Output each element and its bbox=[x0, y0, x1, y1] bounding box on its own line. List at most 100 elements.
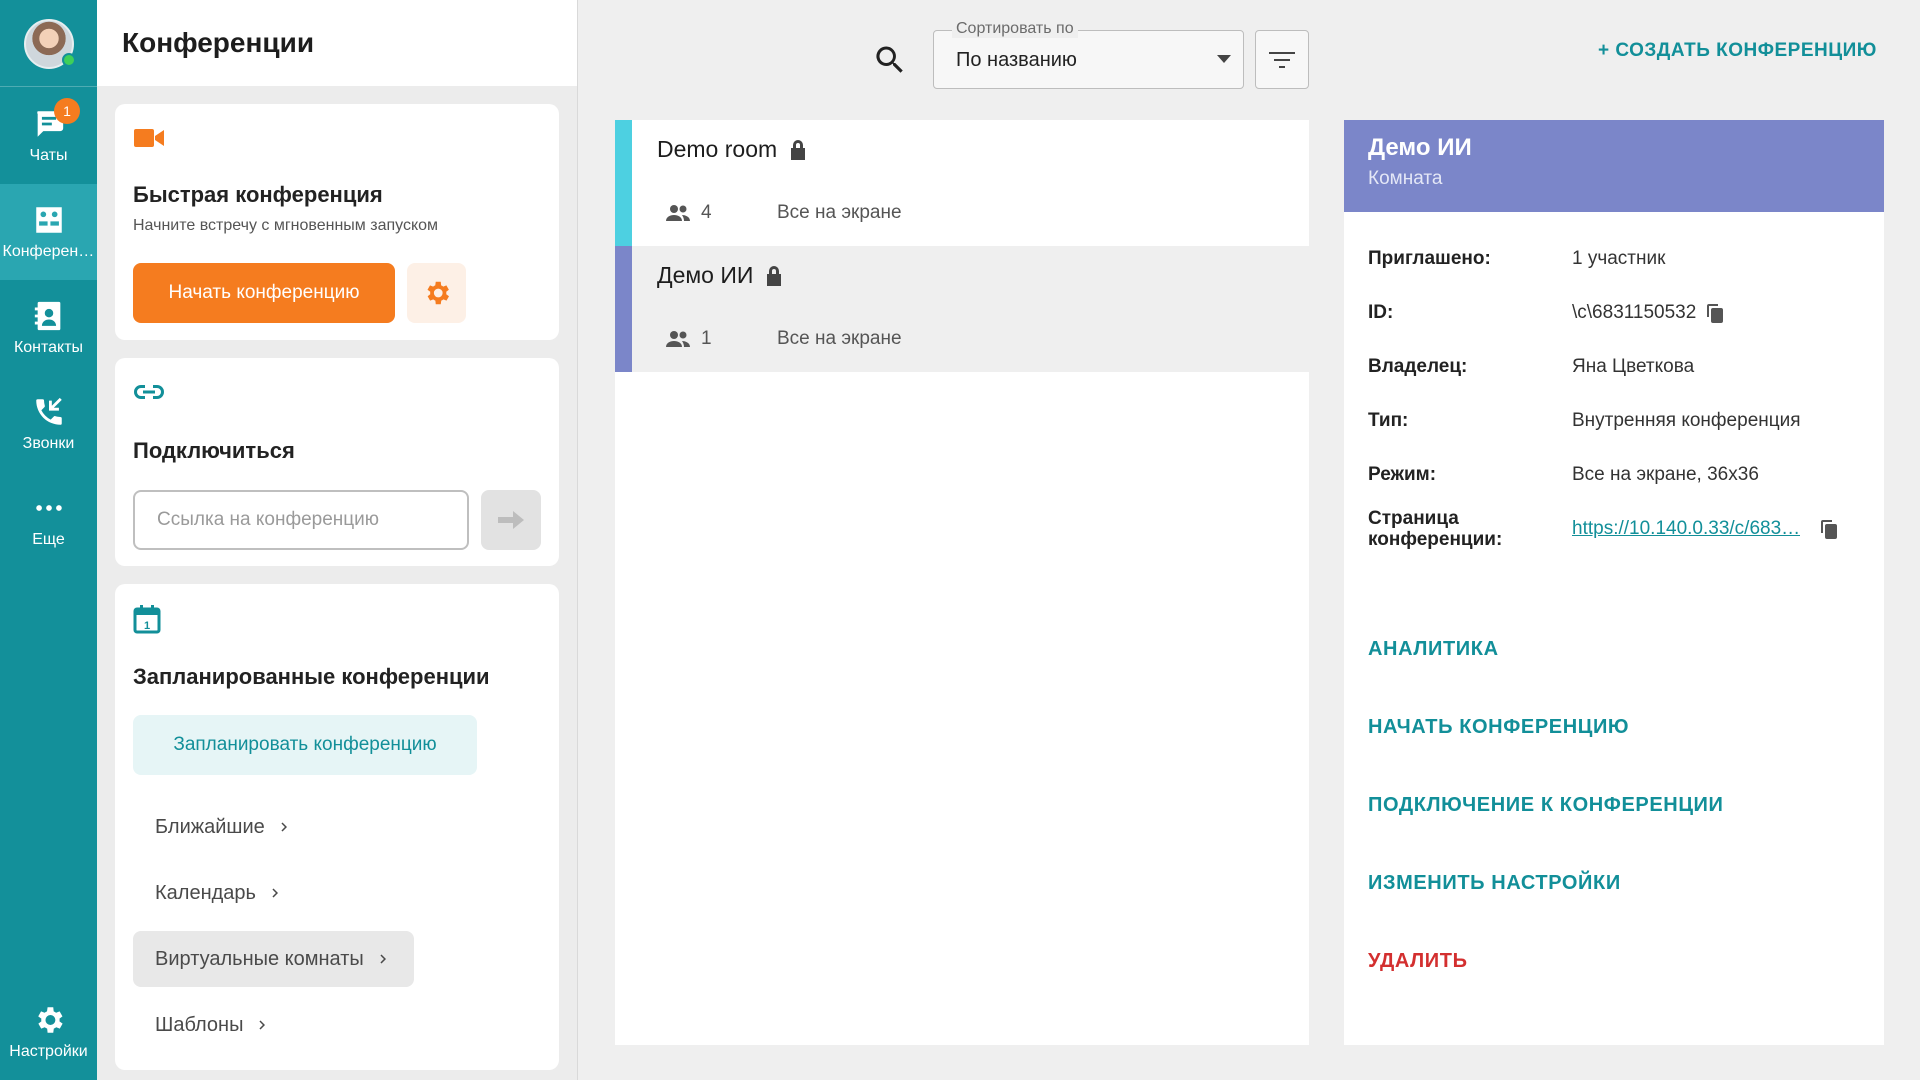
field-label: Страница конференции: bbox=[1368, 508, 1503, 550]
field-value: \c\6831150532 bbox=[1572, 302, 1724, 324]
room-name-text: Демо ИИ bbox=[657, 262, 754, 288]
schedule-conference-button[interactable]: Запланировать конференцию bbox=[133, 715, 477, 775]
nav-calendar[interactable]: Календарь bbox=[133, 865, 306, 921]
chevron-right-icon bbox=[259, 1020, 266, 1030]
conference-link-input[interactable] bbox=[133, 490, 469, 550]
rail-item-calls[interactable]: Звонки bbox=[0, 376, 97, 472]
field-value: Внутренняя конференция bbox=[1572, 410, 1801, 432]
participant-count: 1 bbox=[701, 328, 712, 349]
chevron-right-icon bbox=[281, 822, 287, 832]
search-icon bbox=[876, 46, 903, 73]
conference-list: Demo room 4 Все на экране Демо ИИ 1 Все … bbox=[615, 120, 1309, 1045]
nav-upcoming-label: Ближайшие bbox=[155, 815, 265, 838]
filter-button[interactable] bbox=[1255, 30, 1309, 89]
arrow-right-icon bbox=[498, 511, 524, 529]
owner-value: Яна Цветкова bbox=[1572, 356, 1695, 377]
rail-item-label: Еще bbox=[32, 531, 65, 548]
rail-item-chats[interactable]: 1 Чаты bbox=[0, 88, 97, 184]
rail-item-more[interactable]: Еще bbox=[0, 472, 97, 568]
online-status-dot bbox=[62, 53, 76, 67]
start-conference-button[interactable]: Начать конференцию bbox=[133, 263, 395, 323]
rail-item-label: Чаты bbox=[29, 147, 68, 164]
join-conference-action[interactable]: ПОДКЛЮЧЕНИЕ К КОНФЕРЕНЦИИ bbox=[1368, 794, 1724, 817]
room-name: Демо ИИ bbox=[657, 262, 783, 289]
sort-value: По названию bbox=[956, 49, 1077, 71]
copy-icon[interactable] bbox=[1820, 519, 1838, 539]
more-dots-icon bbox=[35, 505, 62, 511]
edit-settings-action[interactable]: ИЗМЕНИТЬ НАСТРОЙКИ bbox=[1368, 872, 1621, 895]
gear-icon bbox=[37, 1007, 63, 1033]
link-icon bbox=[134, 385, 164, 399]
lock-icon bbox=[791, 139, 806, 160]
field-value: https://10.140.0.33/c/683… bbox=[1572, 518, 1838, 540]
calendar-icon: 1 bbox=[133, 605, 161, 634]
dropdown-caret-icon bbox=[1217, 55, 1231, 63]
people-icon bbox=[666, 331, 690, 347]
video-camera-icon bbox=[134, 129, 164, 147]
nav-templates[interactable]: Шаблоны bbox=[133, 997, 293, 1053]
field-label: Режим: bbox=[1368, 464, 1437, 485]
conference-row[interactable]: Demo room 4 Все на экране bbox=[615, 120, 1309, 246]
type-value: Внутренняя конференция bbox=[1572, 410, 1801, 431]
chevron-right-icon bbox=[272, 888, 278, 898]
conference-row[interactable]: Демо ИИ 1 Все на экране bbox=[615, 246, 1309, 372]
connect-go-button[interactable] bbox=[481, 490, 541, 550]
sort-select[interactable]: Сортировать по По названию bbox=[933, 20, 1244, 89]
svg-text:1: 1 bbox=[144, 620, 150, 632]
scheduled-title: Запланированные конференции bbox=[133, 664, 490, 689]
sort-caption: Сортировать по bbox=[952, 20, 1078, 38]
user-avatar[interactable] bbox=[24, 19, 76, 69]
field-label: Приглашено: bbox=[1368, 248, 1491, 269]
invited-value: 1 участник bbox=[1572, 248, 1666, 269]
conference-page-link[interactable]: https://10.140.0.33/c/683… bbox=[1572, 518, 1800, 540]
nav-templates-label: Шаблоны bbox=[155, 1013, 244, 1036]
id-value: \c\6831150532 bbox=[1572, 302, 1697, 323]
connect-title: Подключиться bbox=[133, 438, 295, 463]
room-meta: 4 Все на экране bbox=[665, 202, 902, 224]
create-conference-button[interactable]: + СОЗДАТЬ КОНФЕРЕНЦИЮ bbox=[1598, 40, 1877, 62]
people-icon bbox=[666, 205, 690, 221]
rail-item-label: Конференции bbox=[2, 243, 95, 260]
chevron-right-icon bbox=[380, 954, 386, 964]
mode-value: Все на экране, 36x36 bbox=[1572, 464, 1759, 485]
room-name: Demo room bbox=[657, 136, 807, 163]
conference-icon bbox=[35, 207, 62, 233]
participant-count: 4 bbox=[701, 202, 712, 223]
scheduled-card: 1 Запланированные конференции Запланиров… bbox=[115, 584, 559, 1070]
delete-action[interactable]: УДАЛИТЬ bbox=[1368, 950, 1468, 973]
quick-conference-subtitle: Начните встречу с мгновенным запуском bbox=[133, 217, 439, 234]
start-conference-action[interactable]: НАЧАТЬ КОНФЕРЕНЦИЮ bbox=[1368, 716, 1629, 739]
quick-conference-title: Быстрая конференция bbox=[133, 182, 383, 207]
nav-virtual-rooms[interactable]: Виртуальные комнаты bbox=[133, 931, 414, 987]
contacts-icon bbox=[34, 301, 60, 331]
details-subtitle: Комната bbox=[1368, 168, 1443, 189]
panel-header: Конференции bbox=[97, 0, 577, 86]
lock-icon bbox=[767, 265, 782, 286]
page-title: Конференции bbox=[122, 27, 315, 58]
rail-item-label: Настройки bbox=[9, 1043, 88, 1060]
field-label: Тип: bbox=[1368, 410, 1409, 431]
unread-badge: 1 bbox=[54, 98, 80, 124]
copy-icon[interactable] bbox=[1706, 303, 1724, 323]
analytics-action[interactable]: АНАЛИТИКА bbox=[1368, 638, 1499, 661]
rail-item-conferences[interactable]: Конференции bbox=[0, 184, 97, 280]
room-color-bar bbox=[615, 120, 632, 246]
details-header: Демо ИИ Комната bbox=[1344, 120, 1884, 212]
rail-item-contacts[interactable]: Контакты bbox=[0, 280, 97, 376]
search-button[interactable] bbox=[872, 42, 908, 78]
gear-icon bbox=[427, 281, 449, 305]
conference-details: Демо ИИ Комната Приглашено: 1 участник I… bbox=[1344, 120, 1884, 1045]
room-meta: 1 Все на экране bbox=[665, 328, 902, 350]
field-label: Владелец: bbox=[1368, 356, 1468, 377]
rail-item-settings[interactable]: Настройки bbox=[0, 984, 97, 1080]
nav-upcoming[interactable]: Ближайшие bbox=[133, 799, 315, 855]
quick-settings-button[interactable] bbox=[407, 263, 466, 323]
nav-virtual-rooms-label: Виртуальные комнаты bbox=[155, 947, 364, 970]
field-value: Яна Цветкова bbox=[1572, 356, 1694, 378]
conferences-panel: Конференции Быстрая конференция Начните … bbox=[97, 0, 578, 1080]
connect-card: Подключиться bbox=[115, 358, 559, 566]
room-mode: Все на экране bbox=[777, 202, 902, 223]
field-label: ID: bbox=[1368, 302, 1394, 323]
rail-item-label: Контакты bbox=[13, 339, 84, 356]
quick-conference-card: Быстрая конференция Начните встречу с мг… bbox=[115, 104, 559, 340]
